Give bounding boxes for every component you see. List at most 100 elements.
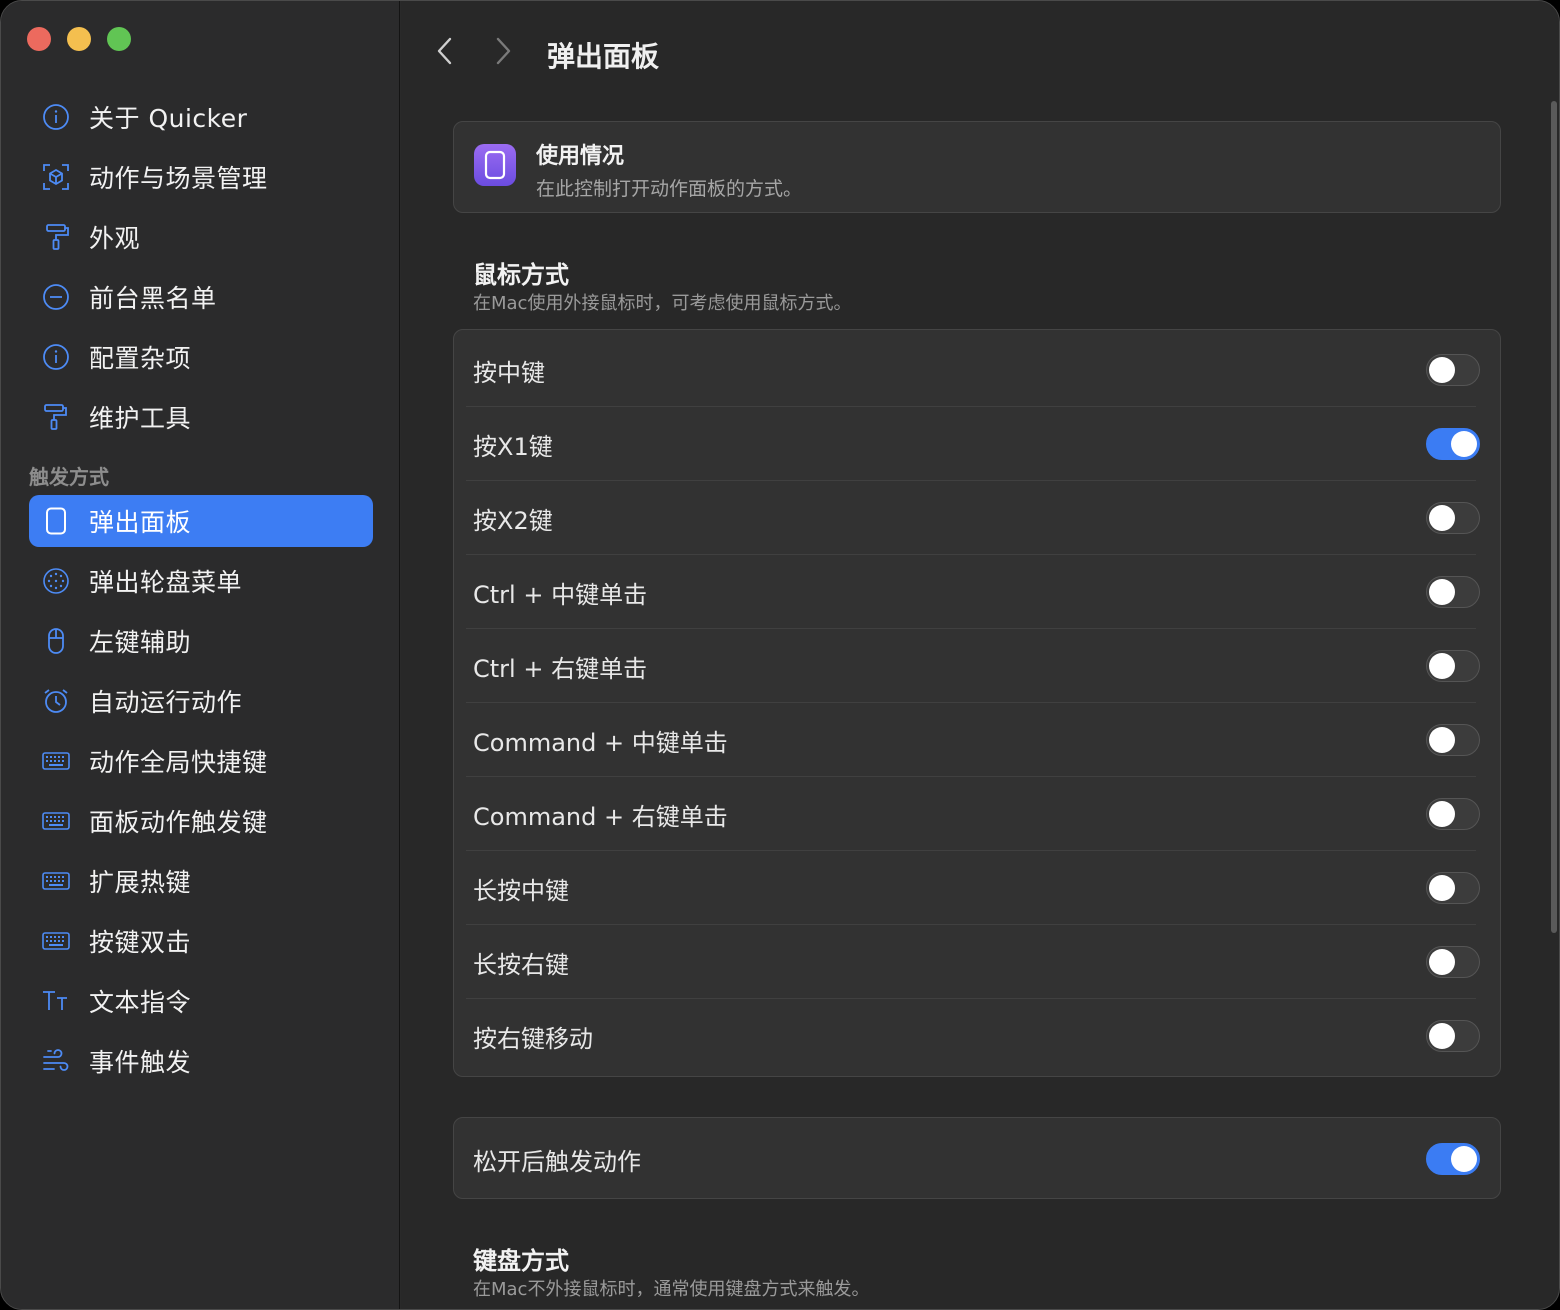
sidebar-item-left-click-assist[interactable]: 左键辅助 (29, 615, 373, 667)
wind-icon (41, 1046, 71, 1076)
toggle-x1[interactable] (1426, 428, 1480, 460)
option-label: 按X1键 (473, 432, 553, 461)
usage-card: 使用情况 在此控制打开动作面板的方式。 (453, 121, 1501, 213)
sidebar-item-extended-hotkeys[interactable]: 扩展热键 (29, 855, 373, 907)
sidebar-item-actions-scenes[interactable]: 动作与场景管理 (29, 151, 373, 203)
sidebar-item-misc-config[interactable]: 配置杂项 (29, 331, 373, 383)
forward-button[interactable] (489, 35, 517, 67)
sidebar-item-global-hotkeys[interactable]: 动作全局快捷键 (29, 735, 373, 787)
release-trigger-card: 松开后触发动作 (453, 1117, 1501, 1199)
settings-window: 关于 Quicker 动作与场景管理 外观 前台黑名单 配置杂项 维护工具 触发… (0, 0, 1560, 1310)
window-controls (27, 27, 131, 51)
sidebar-item-label: 关于 Quicker (89, 104, 248, 133)
keyboard-icon (41, 926, 71, 956)
minimize-window-button[interactable] (67, 27, 91, 51)
sidebar-item-label: 面板动作触发键 (89, 808, 268, 837)
sidebar-item-label: 文本指令 (89, 988, 192, 1017)
sidebar-item-label: 维护工具 (89, 404, 192, 433)
info-circle-icon (41, 102, 71, 132)
option-label: 长按右键 (473, 950, 569, 979)
option-row-command-right: Command + 右键单击 (466, 777, 1480, 851)
sidebar-item-panel-trigger-keys[interactable]: 面板动作触发键 (29, 795, 373, 847)
sidebar-item-popup-panel[interactable]: 弹出面板 (29, 495, 373, 547)
back-button[interactable] (431, 35, 459, 67)
sidebar-item-about[interactable]: 关于 Quicker (29, 91, 373, 143)
toggle-middle-click[interactable] (1426, 354, 1480, 386)
vertical-scrollbar[interactable] (1551, 101, 1557, 933)
panel-app-icon (474, 144, 516, 186)
option-label: Ctrl + 右键单击 (473, 654, 648, 683)
mouse-section-description: 在Mac使用外接鼠标时，可考虑使用鼠标方式。 (473, 293, 852, 314)
info-circle-icon (41, 342, 71, 372)
sidebar-item-label: 前台黑名单 (89, 284, 217, 313)
main-content: 弹出面板 使用情况 在此控制打开动作面板的方式。 鼠标方式 在Mac使用外接鼠标… (401, 1, 1559, 1309)
option-label: 松开后触发动作 (473, 1147, 641, 1176)
dial-icon (41, 566, 71, 596)
panel-icon (41, 506, 71, 536)
option-label: 长按中键 (473, 876, 569, 905)
toggle-release-trigger[interactable] (1426, 1143, 1480, 1175)
option-row-ctrl-right: Ctrl + 右键单击 (466, 629, 1480, 703)
sidebar-item-key-double-press[interactable]: 按键双击 (29, 915, 373, 967)
sidebar-item-maintenance[interactable]: 维护工具 (29, 391, 373, 443)
sidebar-item-event-trigger[interactable]: 事件触发 (29, 1035, 373, 1087)
option-row-ctrl-middle: Ctrl + 中键单击 (466, 555, 1480, 629)
close-window-button[interactable] (27, 27, 51, 51)
option-label: 按中键 (473, 358, 545, 387)
sidebar-item-label: 扩展热键 (89, 868, 192, 897)
cube-scan-icon (41, 162, 71, 192)
sidebar-item-blacklist[interactable]: 前台黑名单 (29, 271, 373, 323)
toggle-long-press-middle[interactable] (1426, 872, 1480, 904)
alarm-clock-icon (41, 686, 71, 716)
toggle-command-right[interactable] (1426, 798, 1480, 830)
sidebar-item-label: 弹出轮盘菜单 (89, 568, 243, 597)
option-label: Command + 右键单击 (473, 802, 728, 831)
minus-circle-icon (41, 282, 71, 312)
sidebar-item-label: 动作与场景管理 (89, 164, 268, 193)
keyboard-section-description: 在Mac不外接鼠标时，通常使用键盘方式来触发。 (473, 1279, 870, 1300)
mouse-options-card: 按中键 按X1键 按X2键 Ctrl + 中键单击 Ctrl + 右键单击 Co… (453, 329, 1501, 1077)
sidebar-item-label: 事件触发 (89, 1048, 192, 1077)
toggle-long-press-right[interactable] (1426, 946, 1480, 978)
keyboard-section-title: 键盘方式 (473, 1247, 569, 1275)
option-row-long-press-right: 长按右键 (466, 925, 1480, 999)
keyboard-icon (41, 746, 71, 776)
usage-title: 使用情况 (536, 144, 625, 169)
option-row-x1: 按X1键 (466, 407, 1480, 481)
sidebar-item-auto-run[interactable]: 自动运行动作 (29, 675, 373, 727)
keyboard-icon (41, 806, 71, 836)
toggle-ctrl-right[interactable] (1426, 650, 1480, 682)
maximize-window-button[interactable] (107, 27, 131, 51)
toggle-x2[interactable] (1426, 502, 1480, 534)
option-label: 按X2键 (473, 506, 553, 535)
chevron-left-icon (437, 37, 452, 65)
usage-description: 在此控制打开动作面板的方式。 (536, 178, 803, 200)
mouse-section-title: 鼠标方式 (473, 261, 569, 289)
sidebar-item-label: 动作全局快捷键 (89, 748, 268, 777)
sidebar-item-dial-menu[interactable]: 弹出轮盘菜单 (29, 555, 373, 607)
keyboard-icon (41, 866, 71, 896)
option-row-command-middle: Command + 中键单击 (466, 703, 1480, 777)
page-title: 弹出面板 (547, 40, 660, 73)
option-label: 按右键移动 (473, 1024, 593, 1053)
sidebar-item-text-commands[interactable]: 文本指令 (29, 975, 373, 1027)
option-row-release-trigger: 松开后触发动作 (466, 1122, 1480, 1196)
toggle-right-drag[interactable] (1426, 1020, 1480, 1052)
toggle-ctrl-middle[interactable] (1426, 576, 1480, 608)
paint-roller-icon (41, 402, 71, 432)
option-row-long-press-middle: 长按中键 (466, 851, 1480, 925)
toggle-command-middle[interactable] (1426, 724, 1480, 756)
chevron-right-icon (496, 37, 511, 65)
sidebar-item-appearance[interactable]: 外观 (29, 211, 373, 263)
sidebar-item-label: 自动运行动作 (89, 688, 243, 717)
sidebar-item-label: 配置杂项 (89, 344, 192, 373)
sidebar: 关于 Quicker 动作与场景管理 外观 前台黑名单 配置杂项 维护工具 触发… (1, 1, 400, 1309)
sidebar-item-label: 弹出面板 (89, 508, 192, 537)
paint-roller-icon (41, 222, 71, 252)
sidebar-item-label: 外观 (89, 224, 141, 253)
text-size-icon (41, 986, 71, 1016)
option-label: Command + 中键单击 (473, 728, 728, 757)
sidebar-section-trigger: 触发方式 (29, 465, 109, 489)
option-label: Ctrl + 中键单击 (473, 580, 648, 609)
mouse-icon (41, 626, 71, 656)
